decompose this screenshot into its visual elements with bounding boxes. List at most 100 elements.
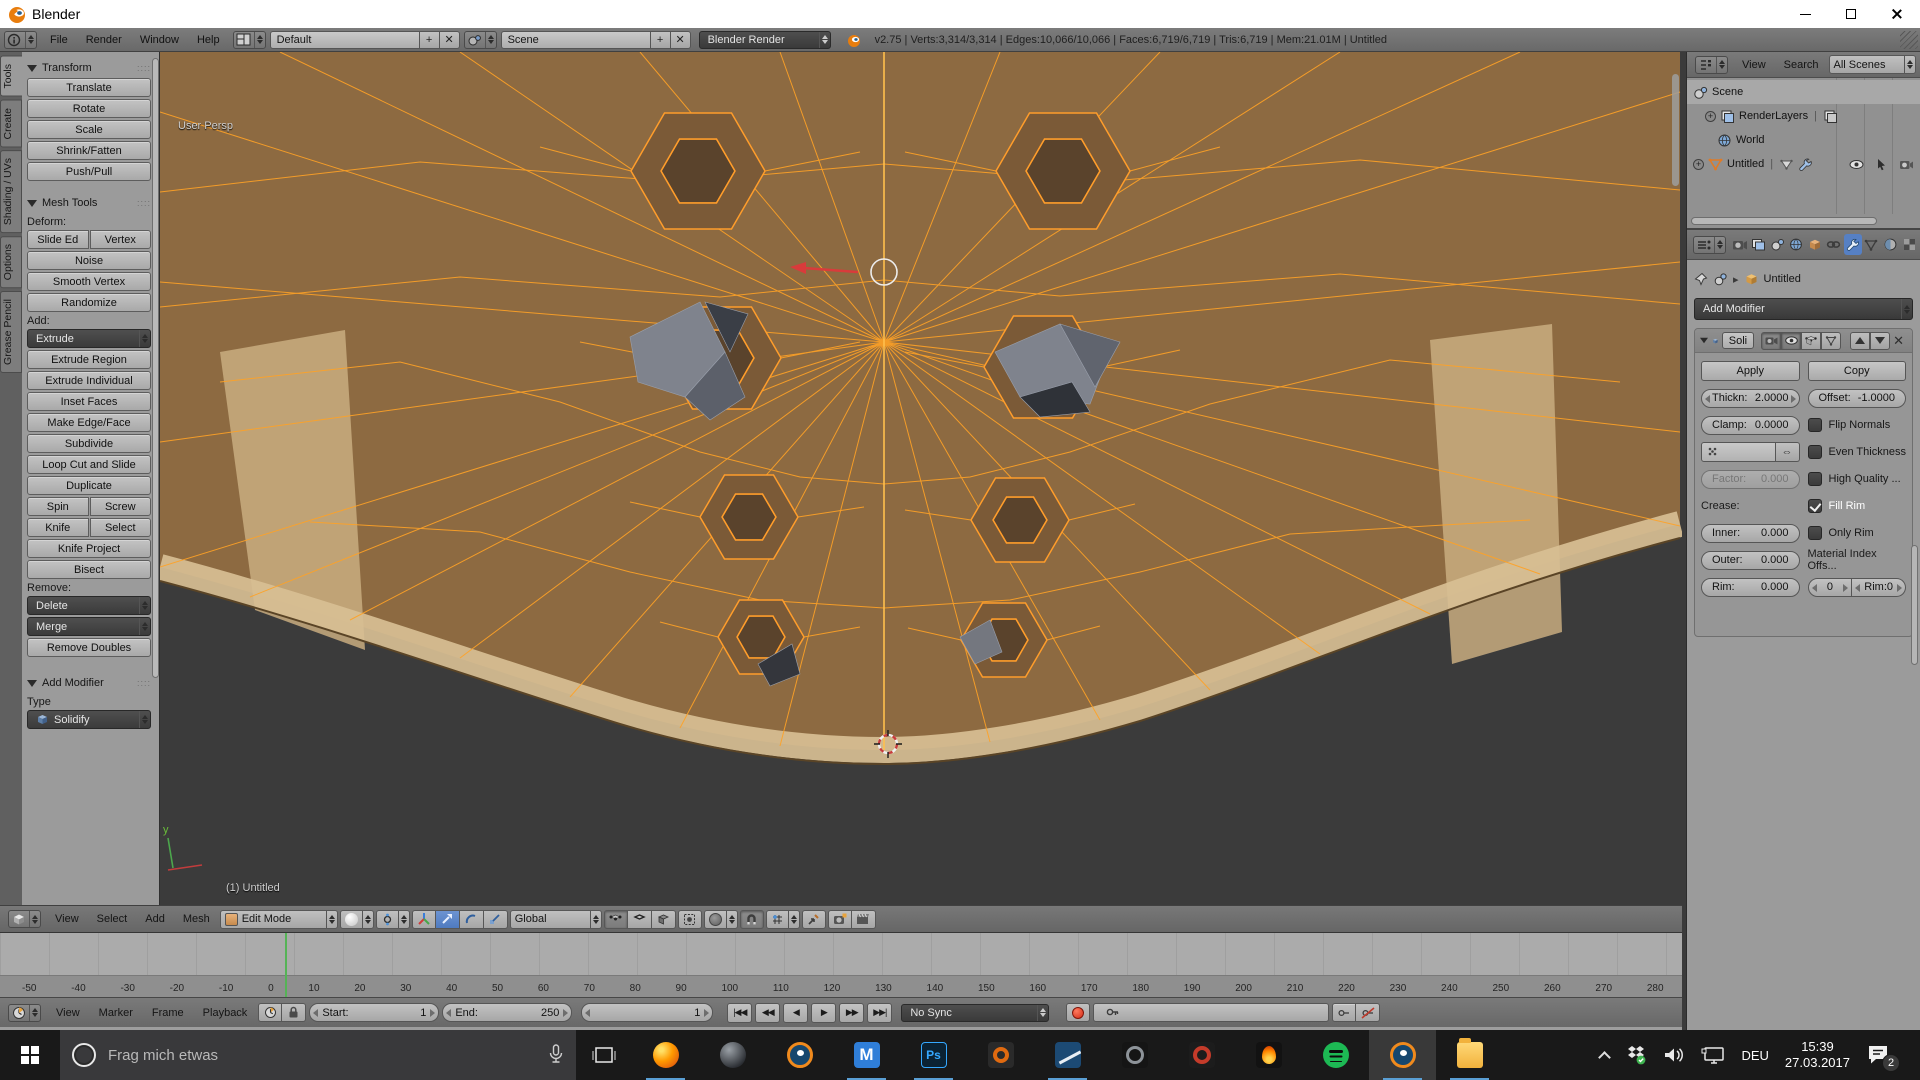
decrement-arrow-icon[interactable] bbox=[585, 1009, 590, 1017]
slide-edge-button[interactable]: Slide Ed bbox=[27, 230, 89, 249]
firefox-taskbar-icon[interactable] bbox=[632, 1030, 699, 1080]
dark-sphere-taskbar-icon[interactable] bbox=[699, 1030, 766, 1080]
copy-button[interactable]: Copy bbox=[1808, 361, 1907, 381]
menu-select[interactable]: Select bbox=[89, 913, 136, 925]
volume-icon[interactable] bbox=[1663, 1046, 1685, 1064]
opengl-render-button[interactable] bbox=[828, 910, 852, 929]
apply-button[interactable]: Apply bbox=[1701, 361, 1800, 381]
limit-selection-visible-button[interactable] bbox=[678, 910, 702, 929]
vertex-group-field[interactable] bbox=[1701, 442, 1776, 462]
tab-object-data[interactable] bbox=[1863, 234, 1881, 255]
cortana-search-box[interactable]: Frag mich etwas bbox=[60, 1030, 576, 1080]
tab-modifiers[interactable] bbox=[1844, 234, 1862, 255]
add-layout-button[interactable]: + bbox=[420, 31, 440, 49]
breadcrumb-object-name[interactable]: Untitled bbox=[1764, 273, 1801, 285]
edit-mode-display-toggle[interactable] bbox=[1801, 332, 1821, 350]
delete-scene-button[interactable]: ✕ bbox=[671, 31, 691, 49]
increment-arrow-icon[interactable] bbox=[704, 1009, 709, 1017]
increment-arrow-icon[interactable] bbox=[563, 1009, 568, 1017]
screen-layout-field[interactable]: Default bbox=[270, 31, 420, 49]
add-modifier-panel-header[interactable]: Add Modifier :::: bbox=[27, 673, 151, 693]
rotate-manipulator-button[interactable] bbox=[460, 910, 484, 929]
outliner-item-renderlayers[interactable]: + RenderLayers | bbox=[1687, 104, 1920, 128]
visibility-eye-icon[interactable] bbox=[1849, 159, 1864, 170]
expand-icon[interactable]: + bbox=[1705, 111, 1716, 122]
insert-keyframe-button[interactable] bbox=[1332, 1003, 1356, 1022]
snap-peel-button[interactable] bbox=[802, 910, 826, 929]
jump-to-end-button[interactable]: ▶▶| bbox=[867, 1003, 892, 1023]
menu-view[interactable]: View bbox=[48, 1007, 88, 1019]
mesh-wireframe-canvas[interactable]: y bbox=[160, 52, 1682, 905]
factor-field[interactable]: Factor: 0.000 bbox=[1701, 470, 1800, 489]
menu-add[interactable]: Add bbox=[137, 913, 173, 925]
play-reverse-button[interactable]: ◀ bbox=[783, 1003, 808, 1023]
add-modifier-dropdown[interactable]: Add Modifier bbox=[1694, 298, 1913, 320]
network-icon[interactable] bbox=[1701, 1046, 1725, 1064]
dark-ring-taskbar-icon[interactable] bbox=[1101, 1030, 1168, 1080]
tab-tools[interactable]: Tools bbox=[0, 56, 22, 97]
lock-range-button[interactable] bbox=[282, 1003, 306, 1022]
decrement-arrow-icon[interactable] bbox=[313, 1009, 318, 1017]
spin-button[interactable]: Spin bbox=[27, 497, 89, 516]
extrude-individual-button[interactable]: Extrude Individual bbox=[27, 371, 151, 390]
resize-grip[interactable] bbox=[1900, 31, 1918, 49]
menu-help[interactable]: Help bbox=[188, 34, 229, 46]
merge-dropdown[interactable]: Merge bbox=[27, 617, 151, 636]
jump-prev-keyframe-button[interactable]: ◀◀ bbox=[755, 1003, 780, 1023]
frame-end-field[interactable]: End: 250 bbox=[442, 1003, 572, 1022]
material-offset-field[interactable]: 0 bbox=[1808, 578, 1853, 597]
collapse-arrow-icon[interactable] bbox=[1700, 338, 1708, 344]
duplicate-button[interactable]: Duplicate bbox=[27, 476, 151, 495]
decrement-arrow-icon[interactable] bbox=[1812, 584, 1817, 592]
loop-cut-slide-button[interactable]: Loop Cut and Slide bbox=[27, 455, 151, 474]
randomize-button[interactable]: Randomize bbox=[27, 293, 151, 312]
screen-layout-icon-button[interactable] bbox=[233, 31, 266, 49]
tray-chevron-icon[interactable] bbox=[1599, 1051, 1612, 1064]
snap-element-dropdown[interactable] bbox=[766, 910, 800, 929]
knife-button[interactable]: Knife bbox=[27, 518, 89, 537]
decrement-arrow-icon[interactable] bbox=[1855, 584, 1860, 592]
current-frame-field[interactable]: 1 bbox=[581, 1003, 713, 1022]
smooth-vertex-button[interactable]: Smooth Vertex bbox=[27, 272, 151, 291]
maximize-button[interactable] bbox=[1828, 0, 1874, 28]
preview-range-button[interactable] bbox=[258, 1003, 282, 1022]
outliner-h-scrollbar[interactable] bbox=[1691, 217, 1877, 225]
tab-object[interactable] bbox=[1806, 234, 1824, 255]
transform-panel-header[interactable]: Transform :::: bbox=[27, 58, 151, 78]
blender-active-taskbar-icon[interactable] bbox=[1369, 1030, 1436, 1080]
vertex-select-button[interactable] bbox=[604, 910, 628, 929]
mediathek-taskbar-icon[interactable]: M bbox=[833, 1030, 900, 1080]
sketch-taskbar-icon[interactable] bbox=[1034, 1030, 1101, 1080]
outliner-editor-type-selector[interactable] bbox=[1695, 56, 1728, 74]
viewport-shading-dropdown[interactable] bbox=[340, 910, 374, 929]
photoshop-taskbar-icon[interactable]: Ps bbox=[900, 1030, 967, 1080]
tab-constraints[interactable] bbox=[1825, 234, 1843, 255]
flame-taskbar-icon[interactable] bbox=[1235, 1030, 1302, 1080]
only-rim-checkbox[interactable] bbox=[1808, 526, 1822, 540]
rotate-button[interactable]: Rotate bbox=[27, 99, 151, 118]
tab-texture[interactable] bbox=[1900, 234, 1918, 255]
viewport-3d[interactable]: y User Persp (1) Untitled Tools Create S… bbox=[0, 52, 1682, 905]
delete-dropdown[interactable]: Delete bbox=[27, 596, 151, 615]
tab-options[interactable]: Options bbox=[0, 236, 22, 288]
move-modifier-down-button[interactable] bbox=[1870, 332, 1890, 350]
screw-button[interactable]: Screw bbox=[90, 497, 152, 516]
menu-file[interactable]: File bbox=[41, 34, 77, 46]
properties-editor-type-selector[interactable] bbox=[1693, 236, 1726, 254]
timeline-editor-type-selector[interactable] bbox=[8, 1004, 41, 1022]
timeline-strip[interactable] bbox=[0, 933, 1682, 975]
increment-arrow-icon[interactable] bbox=[1791, 395, 1796, 403]
offset-field[interactable]: Offset: -1.0000 bbox=[1808, 389, 1907, 408]
delete-layout-button[interactable]: ✕ bbox=[440, 31, 460, 49]
blender-taskbar-icon[interactable] bbox=[766, 1030, 833, 1080]
proportional-edit-dropdown[interactable] bbox=[704, 910, 738, 929]
knife-project-button[interactable]: Knife Project bbox=[27, 539, 151, 558]
mode-dropdown[interactable]: Edit Mode bbox=[220, 910, 338, 929]
auto-keyframe-button[interactable] bbox=[1066, 1003, 1090, 1022]
remove-doubles-button[interactable]: Remove Doubles bbox=[27, 638, 151, 657]
action-center-button[interactable]: 2 bbox=[1866, 1044, 1890, 1066]
decrement-arrow-icon[interactable] bbox=[446, 1009, 451, 1017]
bisect-button[interactable]: Bisect bbox=[27, 560, 151, 579]
menu-search[interactable]: Search bbox=[1776, 59, 1827, 71]
object-breadcrumb-icon[interactable] bbox=[1713, 272, 1728, 286]
